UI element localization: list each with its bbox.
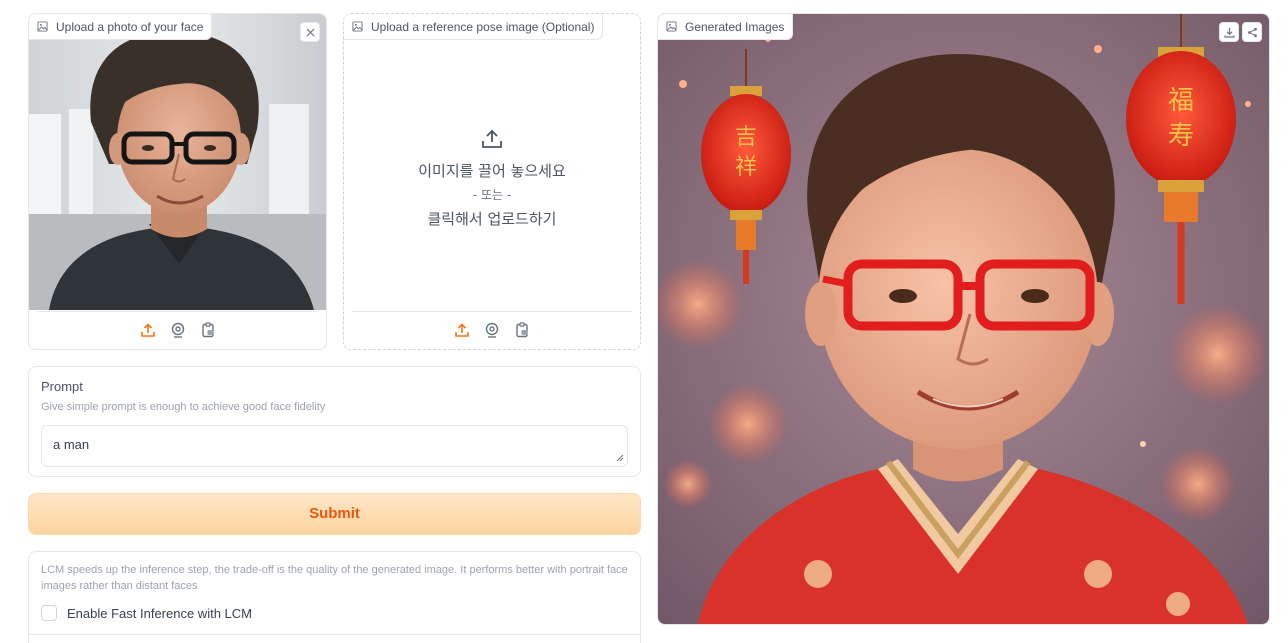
- prompt-panel: Prompt Give simple prompt is enough to a…: [28, 366, 641, 477]
- lcm-divider: [29, 634, 640, 635]
- upload-icon[interactable]: [454, 322, 470, 338]
- svg-text:吉: 吉: [735, 125, 757, 150]
- toolbar-divider: [37, 311, 318, 312]
- lcm-checkbox[interactable]: [41, 605, 57, 621]
- download-button[interactable]: [1219, 22, 1239, 42]
- clear-image-button[interactable]: [300, 22, 320, 42]
- pose-upload-label-text: Upload a reference pose image (Optional): [371, 19, 595, 34]
- generated-image[interactable]: 吉 祥 福 寿: [658, 14, 1269, 624]
- image-icon: [37, 21, 48, 32]
- prompt-input[interactable]: a man: [41, 425, 628, 467]
- resize-grip-icon[interactable]: [616, 454, 624, 462]
- submit-button[interactable]: Submit: [28, 493, 641, 535]
- download-icon: [1223, 27, 1235, 38]
- image-icon: [352, 21, 363, 32]
- generated-images-panel: Generated Images 吉 祥 福 寿: [657, 13, 1270, 625]
- pose-upload-label: Upload a reference pose image (Optional): [344, 14, 604, 40]
- svg-text:寿: 寿: [1168, 121, 1194, 151]
- webcam-icon[interactable]: [170, 322, 186, 338]
- share-icon: [1247, 27, 1257, 37]
- upload-arrow-icon: [482, 129, 502, 148]
- toolbar-divider: [352, 311, 632, 312]
- pose-source-toolbar: [344, 311, 640, 349]
- webcam-icon[interactable]: [484, 322, 500, 338]
- face-upload-panel: Upload a photo of your face: [28, 13, 327, 350]
- lcm-checkbox-label: Enable Fast Inference with LCM: [67, 605, 252, 621]
- click-upload-text: 클릭해서 업로드하기: [427, 210, 557, 228]
- svg-text:祥: 祥: [735, 155, 757, 180]
- prompt-info: Give simple prompt is enough to achieve …: [41, 401, 326, 413]
- face-photo-image: [29, 14, 326, 310]
- drop-text: 이미지를 끌어 놓으세요: [418, 162, 566, 180]
- face-source-toolbar: [29, 311, 326, 349]
- svg-text:福: 福: [1168, 86, 1194, 116]
- face-upload-label-text: Upload a photo of your face: [56, 19, 204, 34]
- gallery-label: Generated Images: [658, 14, 794, 40]
- lcm-panel: LCM speeds up the inference step, the tr…: [28, 551, 641, 643]
- face-upload-label: Upload a photo of your face: [29, 14, 213, 40]
- image-icon: [666, 21, 677, 32]
- pose-upload-panel: Upload a reference pose image (Optional)…: [343, 13, 641, 350]
- clipboard-icon[interactable]: [200, 322, 216, 338]
- lcm-checkbox-row[interactable]: Enable Fast Inference with LCM: [41, 605, 252, 621]
- or-text: - 또는 -: [472, 188, 512, 202]
- close-icon: [306, 28, 314, 36]
- upload-icon[interactable]: [140, 322, 156, 338]
- pose-drop-zone[interactable]: 이미지를 끌어 놓으세요 - 또는 - 클릭해서 업로드하기: [344, 14, 640, 310]
- prompt-label: Prompt: [41, 379, 83, 394]
- gallery-label-text: Generated Images: [685, 19, 785, 34]
- lcm-info: LCM speeds up the inference step, the tr…: [41, 564, 628, 592]
- clipboard-icon[interactable]: [514, 322, 530, 338]
- share-button[interactable]: [1242, 22, 1262, 42]
